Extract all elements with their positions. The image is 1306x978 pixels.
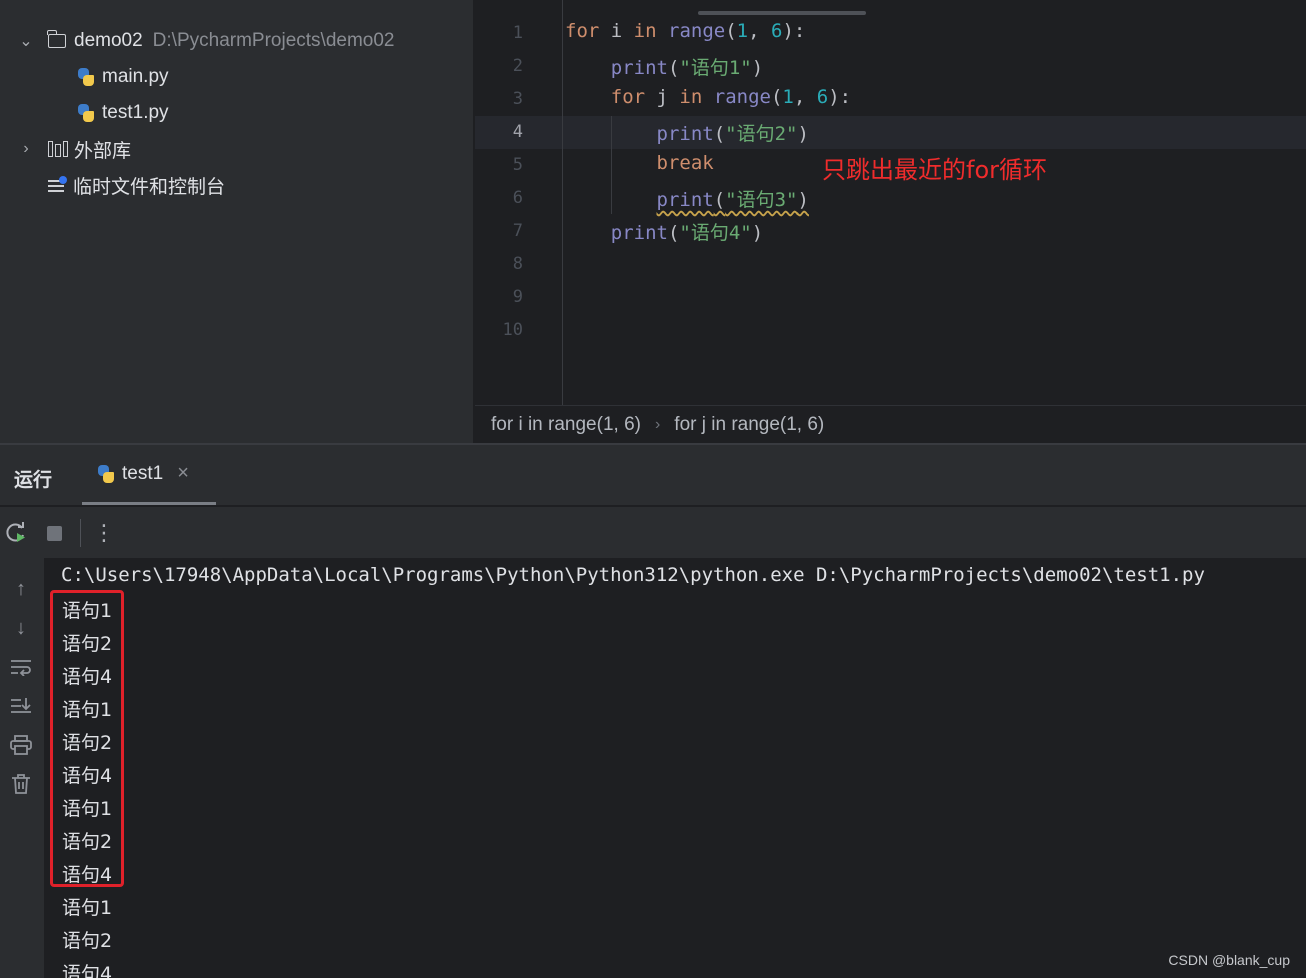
line-number: 10 (502, 320, 523, 340)
watermark: CSDN @blank_cup (1168, 952, 1290, 968)
close-icon[interactable]: × (177, 462, 189, 485)
soft-wrap-icon[interactable] (6, 652, 36, 682)
console-output-line: 语句4 (62, 963, 113, 978)
line-number: 7 (512, 221, 523, 241)
tree-root-name: demo02 (74, 30, 143, 51)
toolbar-separator (80, 519, 81, 547)
console-side-toolbar: ↑ ↓ (0, 558, 44, 978)
breadcrumb-item[interactable]: for i in range(1, 6) (491, 414, 641, 436)
tree-root-demo02[interactable]: ⌄ demo02 D:\PycharmProjects\demo02 (16, 26, 395, 56)
tree-scratches[interactable]: 临时文件和控制台 (47, 170, 225, 200)
python-file-icon (76, 67, 96, 87)
chevron-down-icon[interactable]: ⌄ (16, 31, 36, 51)
tab-label: test1 (122, 462, 164, 484)
rerun-icon (6, 522, 25, 542)
tree-file-label: main.py (102, 66, 169, 87)
code-line-5[interactable]: break (565, 152, 714, 174)
code-line-7[interactable]: print("语句4") (565, 218, 763, 245)
run-command: C:\Users\17948\AppData\Local\Programs\Py… (61, 564, 1205, 586)
horizontal-scrollbar[interactable] (698, 11, 866, 15)
stop-button[interactable] (40, 519, 68, 547)
tree-file-main[interactable]: main.py (76, 62, 169, 92)
tree-root-path: D:\PycharmProjects\demo02 (152, 30, 395, 51)
line-number: 6 (512, 188, 523, 208)
python-file-icon (96, 464, 116, 484)
code-line-1[interactable]: for i in range(1, 6): (565, 20, 805, 42)
library-icon (48, 141, 68, 157)
stop-icon (46, 525, 62, 541)
annotation-text: 只跳出最近的for循环 (822, 156, 1047, 184)
scroll-to-end-icon[interactable] (6, 691, 36, 721)
line-number-current: 4 (512, 122, 523, 142)
highlight-box (50, 590, 124, 887)
trash-icon[interactable] (6, 769, 36, 799)
breadcrumb-item[interactable]: for j in range(1, 6) (674, 414, 824, 436)
line-number: 3 (512, 89, 523, 109)
up-arrow-icon[interactable]: ↑ (6, 574, 36, 604)
code-line-2[interactable]: print("语句1") (565, 53, 763, 80)
code-editor[interactable]: 1 2 3 4 5 6 7 8 9 10 for i in range(1, 6… (475, 0, 1306, 444)
tree-file-test1[interactable]: test1.py (76, 98, 169, 128)
run-console[interactable]: C:\Users\17948\AppData\Local\Programs\Py… (44, 558, 1306, 978)
tree-external-libraries-label: 外部库 (74, 140, 132, 162)
folder-icon (47, 30, 66, 48)
console-output-line: 语句2 (62, 930, 113, 952)
line-number: 8 (512, 254, 523, 274)
line-number: 9 (512, 287, 523, 307)
chevron-right-icon: › (654, 416, 661, 433)
scratch-icon (47, 176, 67, 194)
print-icon[interactable] (6, 730, 36, 760)
run-panel-header: 运行 test1 × (0, 445, 1306, 505)
line-number: 5 (512, 155, 523, 175)
line-number-gutter: 1 2 3 4 5 6 7 8 9 10 (475, 0, 563, 405)
breadcrumb: for i in range(1, 6) › for j in range(1,… (475, 405, 1306, 444)
code-line-4[interactable]: print("语句2") (565, 119, 809, 146)
chevron-right-icon[interactable]: › (16, 140, 36, 158)
run-panel-title: 运行 (14, 470, 53, 491)
line-number: 1 (512, 23, 523, 43)
more-icon[interactable]: ⋮ (90, 519, 118, 547)
run-toolbar: ⋮ (0, 506, 1306, 559)
project-tool-window: ⌄ demo02 D:\PycharmProjects\demo02 main.… (0, 0, 473, 443)
line-number: 2 (512, 56, 523, 76)
tree-external-libraries[interactable]: › 外部库 (16, 134, 131, 164)
code-line-6[interactable]: print("语句3") (565, 185, 809, 212)
python-file-icon (76, 103, 96, 123)
down-arrow-icon[interactable]: ↓ (6, 613, 36, 643)
tree-file-label: test1.py (102, 102, 169, 123)
rerun-button[interactable] (2, 519, 30, 547)
tab-test1[interactable]: test1 × (82, 445, 216, 505)
tree-scratches-label: 临时文件和控制台 (73, 176, 226, 198)
console-output-line: 语句1 (62, 897, 113, 919)
code-line-3[interactable]: for j in range(1, 6): (565, 86, 851, 108)
